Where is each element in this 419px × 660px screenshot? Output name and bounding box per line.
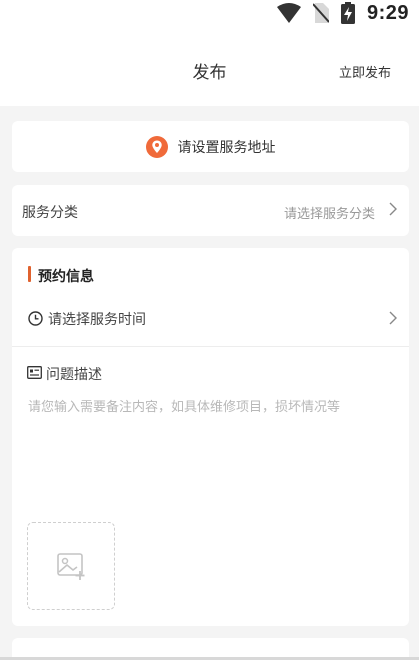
- service-category-label: 服务分类: [22, 205, 78, 221]
- service-category-placeholder: 请选择服务分类: [283, 207, 375, 222]
- top-nav-bar: 发布 立即发布: [0, 30, 419, 106]
- set-address-label: 请设置服务地址: [177, 139, 276, 156]
- appointment-info-card: 预约信息 请选择服务时间 问题描述 请您输入需要备注内容，如具体维修项目，损坏情…: [12, 248, 409, 626]
- set-address-button[interactable]: 请设置服务地址: [12, 121, 409, 172]
- section-accent-bar: [28, 266, 31, 282]
- status-icons: 9:29: [276, 0, 409, 26]
- problem-description-label: 问题描述: [46, 367, 102, 383]
- location-pin-icon: [145, 135, 168, 158]
- battery-charging-icon: [340, 2, 355, 24]
- no-sim-icon: [312, 3, 329, 23]
- publish-now-button[interactable]: 立即发布: [339, 62, 391, 81]
- status-time: 9:29: [366, 1, 409, 24]
- add-image-icon: [57, 553, 85, 580]
- add-image-button[interactable]: [27, 522, 115, 610]
- clock-icon: [28, 311, 43, 326]
- service-time-label: 请选择服务时间: [48, 312, 146, 328]
- chevron-right-icon: [389, 202, 397, 216]
- service-time-row[interactable]: 请选择服务时间: [12, 300, 409, 344]
- divider: [12, 346, 409, 347]
- chevron-right-icon: [389, 311, 397, 325]
- appointment-section-title: 预约信息: [38, 269, 94, 285]
- description-icon: [27, 366, 42, 379]
- service-category-row[interactable]: 服务分类 请选择服务分类: [12, 185, 409, 236]
- problem-description-input[interactable]: 请您输入需要备注内容，如具体维修项目，损坏情况等: [28, 396, 340, 415]
- status-bar: 9:29: [0, 0, 419, 30]
- wifi-icon: [276, 3, 301, 23]
